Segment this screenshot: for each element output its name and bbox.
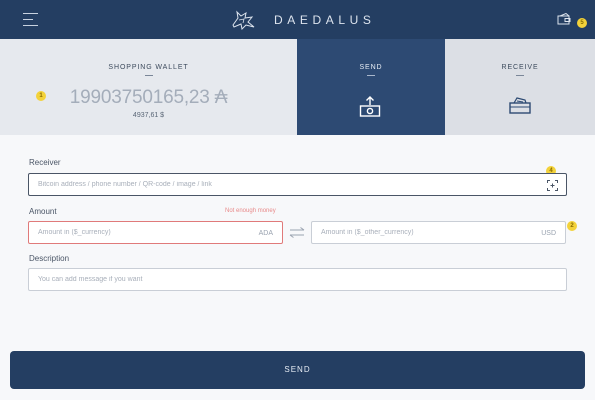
wallets-icon[interactable] bbox=[557, 13, 573, 26]
amount-label: Amount bbox=[29, 207, 57, 216]
amount-field: ADA bbox=[28, 221, 283, 244]
amount-input[interactable] bbox=[29, 222, 282, 243]
ada-currency-symbol: ₳ bbox=[214, 87, 228, 108]
description-field bbox=[28, 268, 567, 291]
other-currency-field: USD bbox=[311, 221, 566, 244]
receive-money-icon bbox=[509, 97, 531, 114]
receiver-field bbox=[28, 173, 567, 196]
receiver-input[interactable] bbox=[29, 174, 566, 195]
tab-receive-label: RECEIVE bbox=[501, 64, 539, 71]
top-bar: DAEDALUS 5 bbox=[0, 0, 595, 39]
wallet-balance-panel: SHOPPING WALLET 1 19903750165,23 ₳ 4937,… bbox=[0, 39, 297, 135]
app-brand: DAEDALUS bbox=[274, 13, 376, 27]
hint-badge: 5 bbox=[577, 18, 587, 28]
wallet-usd-value: 4937,61 $ bbox=[132, 112, 165, 119]
receiver-label: Receiver bbox=[29, 158, 61, 167]
divider bbox=[367, 75, 375, 76]
tab-send[interactable]: SEND bbox=[297, 39, 445, 135]
wallet-name: SHOPPING WALLET bbox=[108, 64, 189, 71]
send-money-icon bbox=[359, 96, 381, 117]
other-currency-input[interactable] bbox=[312, 222, 565, 243]
description-input[interactable] bbox=[29, 269, 566, 290]
tab-receive[interactable]: RECEIVE bbox=[445, 39, 595, 135]
divider bbox=[145, 75, 153, 76]
qr-scan-icon[interactable] bbox=[547, 180, 558, 191]
amount-currency-suffix: ADA bbox=[258, 230, 273, 237]
divider bbox=[516, 75, 524, 76]
hamburger-menu-icon[interactable] bbox=[23, 13, 38, 26]
description-label: Description bbox=[29, 254, 70, 263]
hint-badge: 2 bbox=[567, 221, 577, 231]
send-button[interactable]: SEND bbox=[10, 351, 585, 389]
wallet-balance: 19903750165,23 ₳ bbox=[69, 87, 228, 108]
amount-error-message: Not enough money bbox=[225, 208, 276, 214]
tab-send-label: SEND bbox=[359, 64, 383, 71]
daedalus-logo-icon bbox=[232, 10, 255, 31]
swap-arrows-icon[interactable] bbox=[289, 227, 305, 238]
send-button-label: SEND bbox=[284, 365, 311, 374]
other-currency-suffix: USD bbox=[541, 230, 556, 237]
